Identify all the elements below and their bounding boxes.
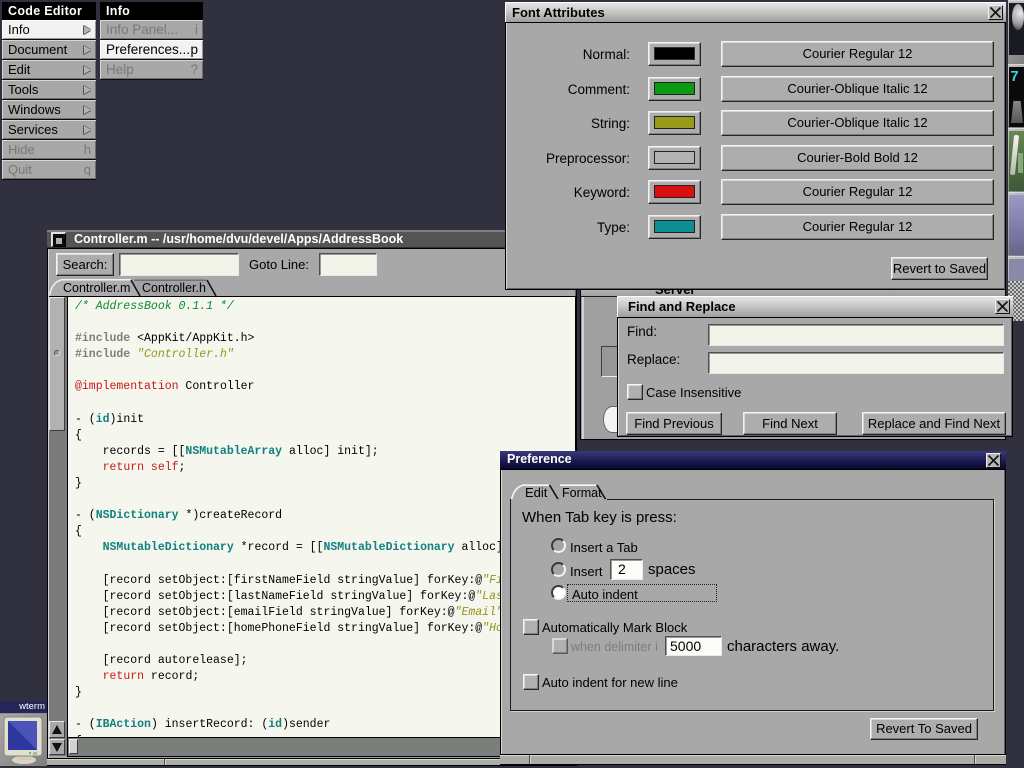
svg-text:Controller.h: Controller.h <box>142 281 206 295</box>
svg-text:Format: Format <box>562 486 602 500</box>
svg-text:Controller.m: Controller.m <box>63 281 130 295</box>
svg-text:Edit: Edit <box>525 485 548 500</box>
